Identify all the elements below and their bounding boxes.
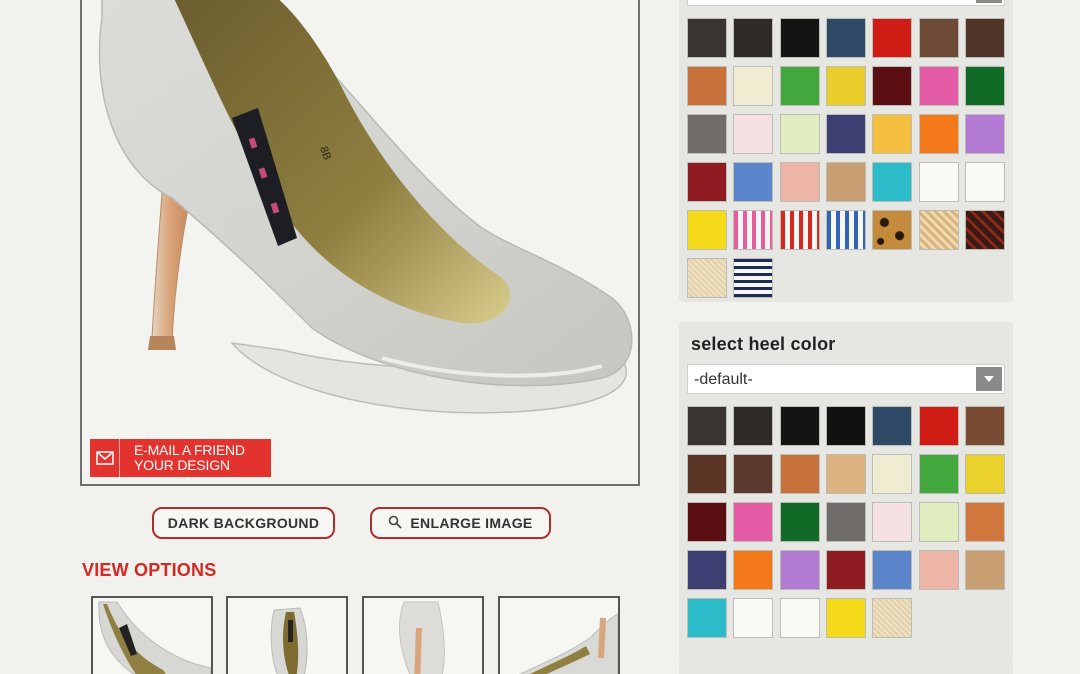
- upper-color-swatch[interactable]: [918, 210, 959, 250]
- upper-color-swatch[interactable]: [964, 18, 1005, 58]
- chevron-down-icon: [976, 367, 1002, 391]
- upper-color-swatch[interactable]: [825, 66, 866, 106]
- upper-color-swatch[interactable]: [687, 18, 727, 58]
- upper-color-swatch[interactable]: [733, 258, 774, 298]
- upper-color-swatch[interactable]: [733, 114, 774, 154]
- upper-color-swatch[interactable]: [733, 66, 774, 106]
- product-image-frame: 8B E-MAIL A FRIEND YOUR DESIGN: [80, 0, 640, 486]
- heel-color-swatch[interactable]: [779, 502, 820, 542]
- heel-color-swatch[interactable]: [872, 598, 913, 638]
- heel-color-swatch[interactable]: [964, 406, 1005, 446]
- heel-color-swatch[interactable]: [825, 406, 866, 446]
- upper-color-swatch[interactable]: [918, 162, 959, 202]
- upper-color-swatch[interactable]: [918, 114, 959, 154]
- view-options-heading: VIEW OPTIONS: [82, 560, 217, 580]
- magnifier-icon: [388, 515, 403, 532]
- heel-color-swatch[interactable]: [918, 502, 959, 542]
- upper-color-swatch[interactable]: [687, 162, 727, 202]
- heel-color-swatch[interactable]: [779, 406, 820, 446]
- heel-color-swatch[interactable]: [872, 502, 913, 542]
- upper-color-swatch[interactable]: [872, 162, 913, 202]
- heel-color-swatch[interactable]: [918, 550, 959, 590]
- view-thumbnail-back[interactable]: [362, 596, 484, 674]
- heel-color-swatch[interactable]: [687, 550, 727, 590]
- upper-color-swatch[interactable]: [687, 258, 727, 298]
- heel-color-dropdown-value: -default-: [694, 371, 753, 388]
- heel-color-swatch[interactable]: [779, 454, 820, 494]
- heel-color-swatch[interactable]: [872, 550, 913, 590]
- upper-color-swatch[interactable]: [825, 210, 866, 250]
- upper-color-swatch[interactable]: [779, 210, 820, 250]
- heel-color-panel: select heel color -default-: [679, 322, 1013, 662]
- upper-color-swatch[interactable]: [872, 66, 913, 106]
- upper-color-swatch[interactable]: [825, 114, 866, 154]
- upper-color-swatch[interactable]: [687, 210, 727, 250]
- email-friend-button[interactable]: E-MAIL A FRIEND YOUR DESIGN: [90, 439, 271, 477]
- envelope-icon: [90, 439, 120, 477]
- upper-color-swatch[interactable]: [733, 18, 774, 58]
- upper-color-swatch[interactable]: [918, 66, 959, 106]
- heel-color-swatch[interactable]: [779, 550, 820, 590]
- heel-color-swatch[interactable]: [964, 502, 1005, 542]
- heel-color-swatch[interactable]: [687, 598, 727, 638]
- heel-color-title: select heel color: [691, 334, 836, 354]
- upper-color-swatch[interactable]: [872, 210, 913, 250]
- heel-color-dropdown[interactable]: -default-: [687, 364, 1005, 394]
- heel-color-swatch[interactable]: [779, 598, 820, 638]
- chevron-down-icon: [976, 0, 1002, 3]
- upper-color-swatch[interactable]: [918, 18, 959, 58]
- heel-color-swatch[interactable]: [733, 406, 774, 446]
- upper-color-swatch[interactable]: [779, 66, 820, 106]
- heel-color-swatch[interactable]: [872, 454, 913, 494]
- upper-color-swatch[interactable]: [872, 114, 913, 154]
- heel-color-swatch[interactable]: [687, 406, 727, 446]
- view-thumbnail-front[interactable]: [226, 596, 348, 674]
- email-friend-label-line1: E-MAIL A FRIEND: [134, 442, 245, 458]
- heel-color-swatch[interactable]: [825, 550, 866, 590]
- heel-color-swatch[interactable]: [733, 550, 774, 590]
- heel-color-swatch[interactable]: [825, 454, 866, 494]
- heel-color-swatch[interactable]: [733, 454, 774, 494]
- upper-color-swatch[interactable]: [779, 162, 820, 202]
- heel-color-swatch[interactable]: [872, 406, 913, 446]
- upper-color-swatch[interactable]: [687, 66, 727, 106]
- upper-color-swatch[interactable]: [964, 114, 1005, 154]
- enlarge-image-button[interactable]: ENLARGE IMAGE: [370, 507, 551, 539]
- upper-color-swatch[interactable]: [964, 210, 1005, 250]
- heel-color-swatch[interactable]: [733, 598, 774, 638]
- upper-color-swatch[interactable]: [872, 18, 913, 58]
- enlarge-image-label: ENLARGE IMAGE: [410, 515, 533, 531]
- upper-color-swatch[interactable]: [825, 162, 866, 202]
- upper-color-swatch[interactable]: [733, 162, 774, 202]
- heel-color-swatch[interactable]: [687, 454, 727, 494]
- view-thumbnail-angle[interactable]: [498, 596, 620, 674]
- upper-color-swatch[interactable]: [964, 162, 1005, 202]
- heel-color-swatch[interactable]: [918, 406, 959, 446]
- dark-background-label: DARK BACKGROUND: [167, 515, 320, 531]
- heel-color-swatch[interactable]: [825, 598, 866, 638]
- upper-color-panel: [679, 0, 1013, 302]
- heel-color-swatch[interactable]: [964, 550, 1005, 590]
- dark-background-button[interactable]: DARK BACKGROUND: [152, 507, 335, 539]
- upper-color-swatch[interactable]: [779, 18, 820, 58]
- heel-color-swatch[interactable]: [918, 454, 959, 494]
- upper-color-swatch[interactable]: [825, 18, 866, 58]
- upper-color-swatch[interactable]: [964, 66, 1005, 106]
- shoe-image: 8B: [98, 0, 633, 414]
- heel-color-swatch[interactable]: [687, 502, 727, 542]
- upper-color-dropdown[interactable]: [687, 0, 1005, 6]
- heel-color-swatch[interactable]: [964, 454, 1005, 494]
- email-friend-label: E-MAIL A FRIEND YOUR DESIGN: [120, 443, 245, 473]
- upper-color-swatch[interactable]: [733, 210, 774, 250]
- next-option-panel: [679, 660, 1013, 674]
- email-friend-label-line2: YOUR DESIGN: [134, 457, 230, 473]
- heel-color-swatch[interactable]: [825, 502, 866, 542]
- heel-color-swatch[interactable]: [733, 502, 774, 542]
- view-thumbnail-side[interactable]: [91, 596, 213, 674]
- upper-color-swatch[interactable]: [687, 114, 727, 154]
- upper-color-swatch[interactable]: [779, 114, 820, 154]
